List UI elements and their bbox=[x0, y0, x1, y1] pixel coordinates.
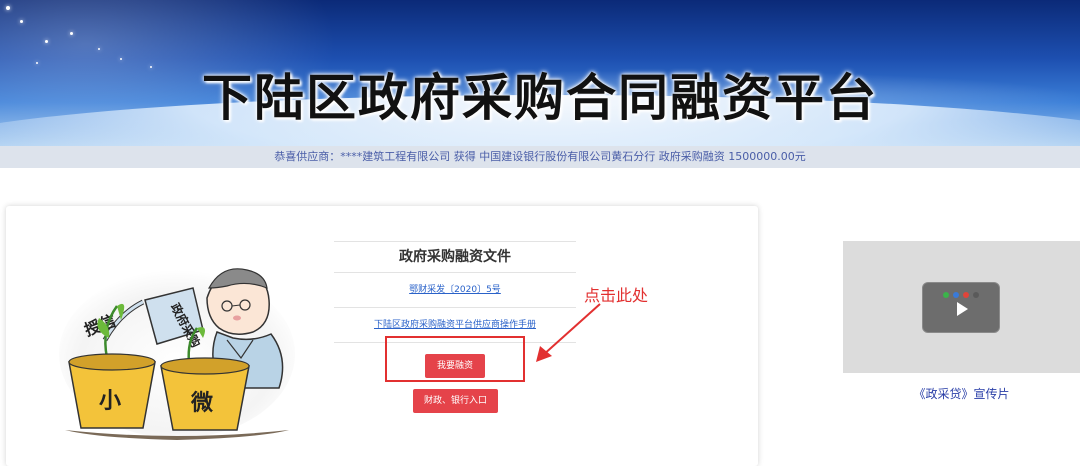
documents-title: 政府采购融资文件 bbox=[399, 249, 511, 265]
dot-decoration bbox=[973, 292, 979, 298]
annotation-highlight-box bbox=[385, 336, 525, 382]
star-decoration bbox=[20, 20, 23, 23]
pot-left-label: 小 bbox=[99, 389, 121, 414]
financing-illustration: 政府采购 授信 小 微 bbox=[59, 268, 295, 440]
dot-decoration bbox=[943, 292, 949, 298]
dot-decoration bbox=[953, 292, 959, 298]
news-ticker: 恭喜供应商：****建筑工程有限公司 获得 中国建设银行股份有限公司黄石分行 政… bbox=[0, 146, 1080, 168]
header-banner: 下陆区政府采购合同融资平台 bbox=[0, 0, 1080, 146]
star-decoration bbox=[6, 6, 10, 10]
star-decoration bbox=[45, 40, 48, 43]
play-icon bbox=[957, 302, 968, 316]
video-play-button[interactable] bbox=[922, 282, 1000, 333]
dot-decoration bbox=[963, 292, 969, 298]
promo-video[interactable] bbox=[843, 241, 1080, 373]
video-caption-link[interactable]: 《政采贷》宣传片 bbox=[843, 385, 1080, 402]
finance-bank-entry-button[interactable]: 财政、银行入口 bbox=[413, 389, 498, 413]
annotation-arrow-icon bbox=[536, 303, 601, 362]
star-decoration bbox=[70, 32, 73, 35]
pot-right-label: 微 bbox=[190, 390, 213, 416]
star-decoration bbox=[98, 48, 100, 50]
pot-right: 微 bbox=[160, 357, 250, 431]
page-title: 下陆区政府采购合同融资平台 bbox=[202, 69, 878, 127]
pot-left: 小 bbox=[68, 353, 156, 429]
